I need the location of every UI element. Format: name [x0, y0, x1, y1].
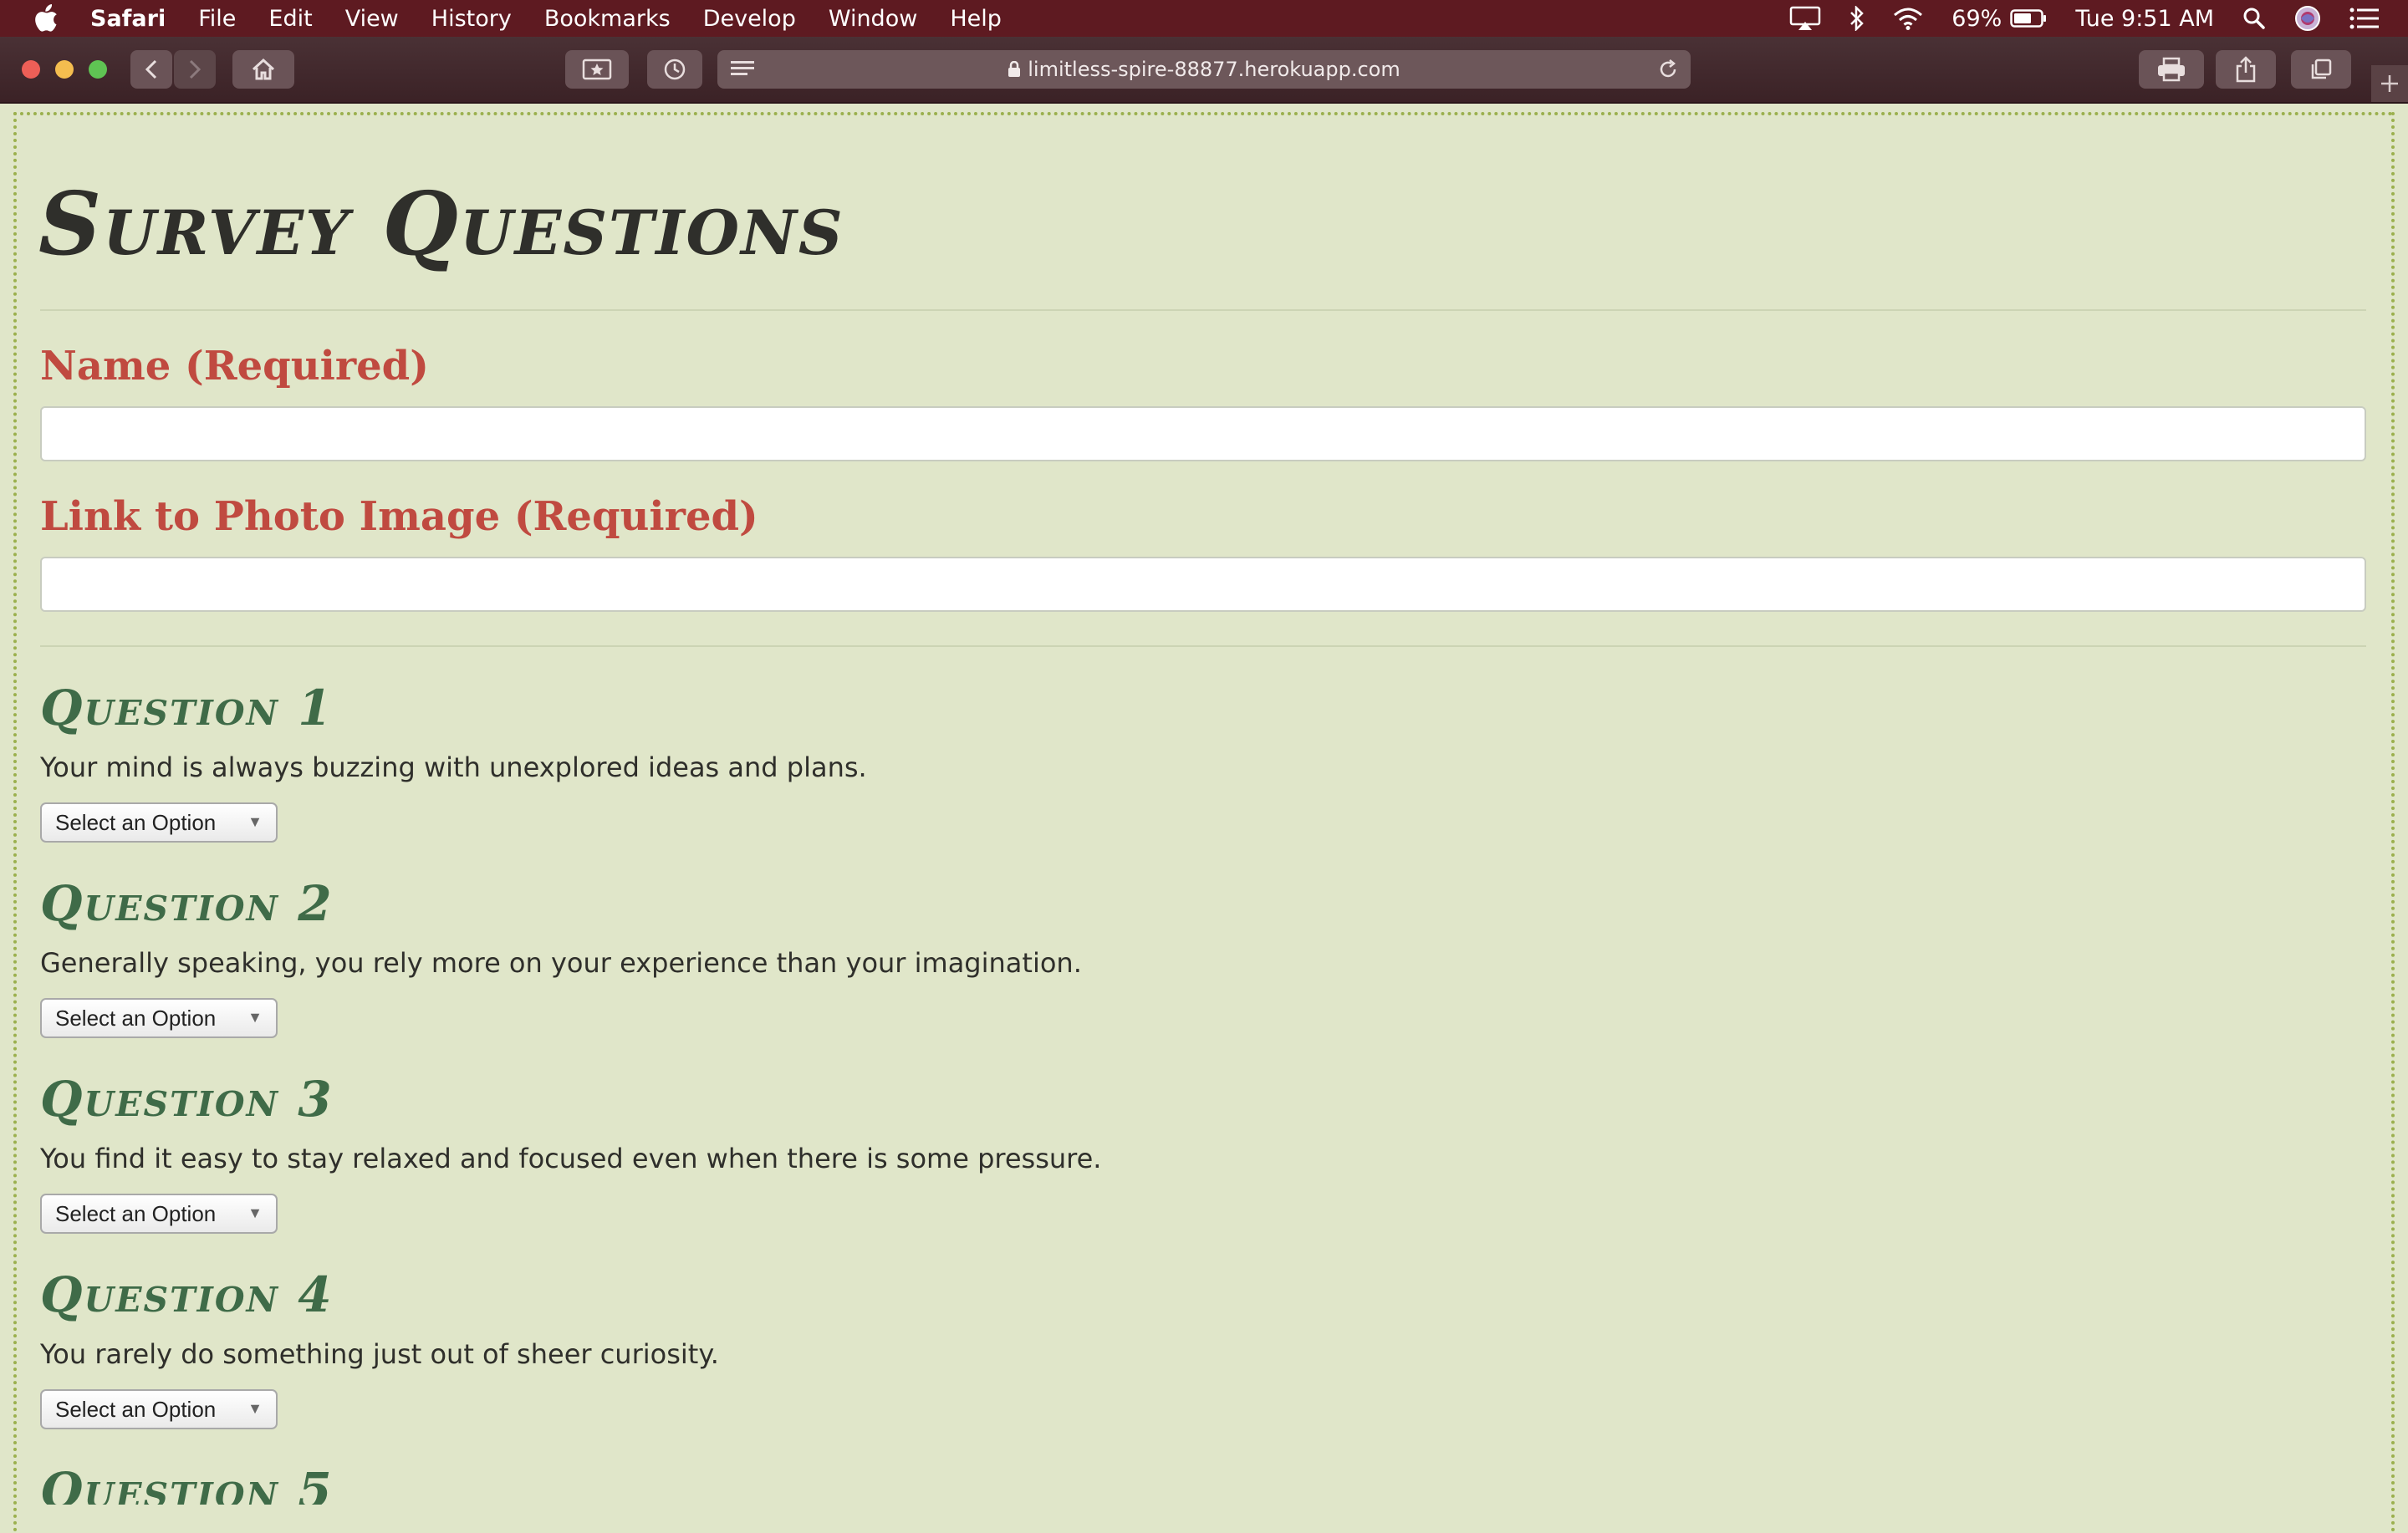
star-book-icon	[582, 59, 612, 80]
select-value: Select an Option	[55, 1396, 217, 1422]
question-2-text: Generally speaking, you rely more on you…	[40, 947, 1082, 979]
question-3-text: You find it easy to stay relaxed and foc…	[40, 1143, 1102, 1174]
clock[interactable]: Tue 9:51 AM	[2075, 6, 2214, 32]
printer-icon	[2158, 57, 2185, 82]
menu-bookmarks[interactable]: Bookmarks	[544, 6, 671, 32]
apple-icon[interactable]	[33, 4, 60, 33]
dropdown-arrow-icon: ▼	[247, 1009, 263, 1026]
home-icon	[252, 58, 275, 80]
back-button[interactable]	[130, 50, 172, 89]
question-1-text: Your mind is always buzzing with unexplo…	[40, 751, 867, 783]
favorites-button[interactable]	[565, 50, 629, 89]
address-bar[interactable]: limitless-spire-88877.herokuapp.com	[717, 50, 1691, 89]
question-3-heading: Question 3	[40, 1071, 334, 1128]
menu-view[interactable]: View	[345, 6, 399, 32]
name-label: Name (Required)	[40, 343, 429, 390]
question-5-heading: Question 5	[40, 1463, 334, 1505]
battery-icon	[2010, 9, 2047, 28]
url-text: limitless-spire-88877.herokuapp.com	[1028, 58, 1400, 81]
print-button[interactable]	[2139, 50, 2204, 89]
question-4-text: You rarely do something just out of shee…	[40, 1338, 719, 1370]
wifi-icon[interactable]	[1893, 7, 1923, 30]
dropdown-arrow-icon: ▼	[247, 813, 263, 830]
battery-percent: 69%	[1951, 5, 2002, 32]
menu-bar: Safari File Edit View History Bookmarks …	[0, 0, 2408, 37]
home-button[interactable]	[232, 50, 294, 89]
question-3-select[interactable]: Select an Option ▼	[40, 1194, 278, 1234]
question-4-select[interactable]: Select an Option ▼	[40, 1389, 278, 1429]
minimize-window-button[interactable]	[55, 60, 74, 79]
tabs-icon	[2311, 59, 2332, 79]
menu-safari[interactable]: Safari	[90, 6, 166, 32]
chevron-right-icon	[189, 59, 202, 79]
question-2-heading: Question 2	[40, 875, 334, 932]
tab-overview-button[interactable]	[2291, 50, 2351, 89]
close-window-button[interactable]	[22, 60, 40, 79]
name-input[interactable]	[40, 406, 2366, 461]
select-value: Select an Option	[55, 1005, 217, 1031]
dropdown-arrow-icon: ▼	[247, 1400, 263, 1417]
bluetooth-icon[interactable]	[1849, 6, 1865, 31]
menu-edit[interactable]: Edit	[268, 6, 312, 32]
reader-icon[interactable]	[729, 59, 756, 85]
forward-button[interactable]	[174, 50, 216, 89]
divider	[40, 645, 2366, 647]
airplay-icon[interactable]	[1789, 6, 1821, 31]
new-tab-button[interactable]	[2371, 65, 2408, 102]
battery-status[interactable]: 69%	[1951, 6, 2047, 32]
photo-link-label: Link to Photo Image (Required)	[40, 493, 758, 540]
zoom-window-button[interactable]	[89, 60, 107, 79]
status-area: 69% Tue 9:51 AM	[1789, 0, 2408, 37]
question-4-heading: Question 4	[40, 1266, 334, 1323]
survey-container	[13, 112, 2395, 1533]
share-icon	[2236, 56, 2256, 83]
menu-history[interactable]: History	[431, 6, 512, 32]
reload-icon[interactable]	[1657, 59, 1679, 85]
menu-file[interactable]: File	[198, 6, 236, 32]
select-value: Select an Option	[55, 1200, 217, 1226]
spotlight-search-icon[interactable]	[2242, 7, 2266, 30]
dropdown-arrow-icon: ▼	[247, 1204, 263, 1221]
menu-window[interactable]: Window	[829, 6, 917, 32]
question-1-heading: Question 1	[40, 680, 334, 736]
question-2-select[interactable]: Select an Option ▼	[40, 998, 278, 1038]
notification-center-icon[interactable]	[2349, 8, 2380, 29]
siri-icon[interactable]	[2294, 5, 2321, 32]
share-button[interactable]	[2216, 50, 2276, 89]
menu-help[interactable]: Help	[950, 6, 1002, 32]
chevron-left-icon	[145, 59, 157, 79]
clock-icon	[664, 59, 686, 80]
divider	[40, 309, 2366, 311]
question-5-clip: Question 5	[0, 1463, 2408, 1505]
menu-develop[interactable]: Develop	[703, 6, 796, 32]
photo-link-input[interactable]	[40, 557, 2366, 612]
question-1-select[interactable]: Select an Option ▼	[40, 802, 278, 843]
page-title: Survey Questions	[38, 172, 844, 275]
history-button[interactable]	[647, 50, 702, 89]
lock-icon	[1008, 61, 1021, 78]
select-value: Select an Option	[55, 809, 217, 835]
plus-icon	[2381, 75, 2398, 92]
